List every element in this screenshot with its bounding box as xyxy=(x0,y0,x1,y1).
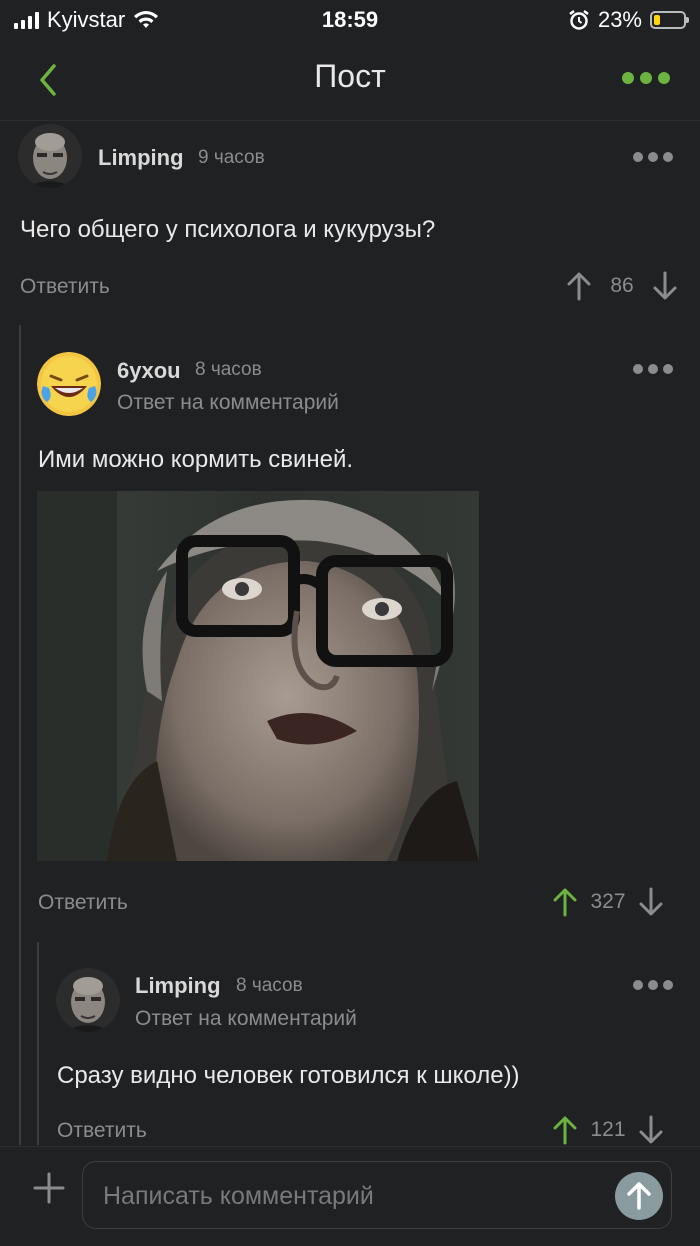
comment-username[interactable]: Limping xyxy=(98,145,184,171)
downvote-icon[interactable] xyxy=(638,887,664,917)
reply-button[interactable]: Ответить xyxy=(20,275,110,299)
downvote-icon[interactable] xyxy=(638,1115,664,1145)
nav-bar: Пост xyxy=(0,40,700,121)
send-button[interactable] xyxy=(615,1172,663,1220)
comment-image[interactable] xyxy=(37,491,479,861)
comment-time: 8 часов xyxy=(236,975,303,996)
thread-line xyxy=(37,942,39,1145)
score: 327 xyxy=(590,890,626,913)
score: 86 xyxy=(610,274,634,297)
comment-input[interactable] xyxy=(101,1162,605,1230)
comment-more-icon[interactable] xyxy=(633,980,673,990)
comment-more-icon[interactable] xyxy=(633,364,673,374)
status-right: 23% xyxy=(568,7,689,33)
comment-text: Сразу видно человек готовился к школе)) xyxy=(57,1062,520,1089)
comment-composer xyxy=(0,1146,700,1246)
reply-button[interactable]: Ответить xyxy=(57,1119,147,1143)
avatar[interactable] xyxy=(37,352,101,416)
avatar[interactable] xyxy=(56,968,120,1032)
upvote-icon[interactable] xyxy=(552,887,578,917)
downvote-icon[interactable] xyxy=(652,271,678,301)
score: 121 xyxy=(590,1118,626,1141)
avatar[interactable] xyxy=(18,124,82,188)
reply-button[interactable]: Ответить xyxy=(38,891,128,915)
comment-input-box xyxy=(82,1161,672,1230)
comment-more-icon[interactable] xyxy=(633,152,673,162)
vote-controls: 327 xyxy=(552,887,664,917)
comment-text: Чего общего у психолога и кукурузы? xyxy=(20,216,436,243)
status-bar: Kyivstar 18:59 23% xyxy=(0,0,700,40)
page-title: Пост xyxy=(314,58,386,94)
battery-icon xyxy=(650,11,689,29)
comment-username[interactable]: Limping xyxy=(135,973,221,999)
upvote-icon[interactable] xyxy=(566,271,592,301)
thread-line xyxy=(19,325,21,1145)
comment-text: Ими можно кормить свиней. xyxy=(38,446,354,473)
alarm-icon xyxy=(569,10,589,30)
more-dots-icon[interactable] xyxy=(622,72,670,84)
send-arrow-icon xyxy=(627,1182,651,1210)
plus-icon[interactable] xyxy=(30,1169,68,1207)
comment-username[interactable]: 6yxou xyxy=(117,358,181,384)
comment-time: 8 часов xyxy=(195,359,262,380)
vote-controls: 121 xyxy=(552,1115,664,1145)
comment-time: 9 часов xyxy=(198,147,265,168)
battery-percent: 23% xyxy=(597,7,642,32)
vote-controls: 86 xyxy=(566,271,678,301)
upvote-icon[interactable] xyxy=(552,1115,578,1145)
comment-reply-label[interactable]: Ответ на комментарий xyxy=(117,391,339,415)
comment-reply-label[interactable]: Ответ на комментарий xyxy=(135,1007,357,1031)
